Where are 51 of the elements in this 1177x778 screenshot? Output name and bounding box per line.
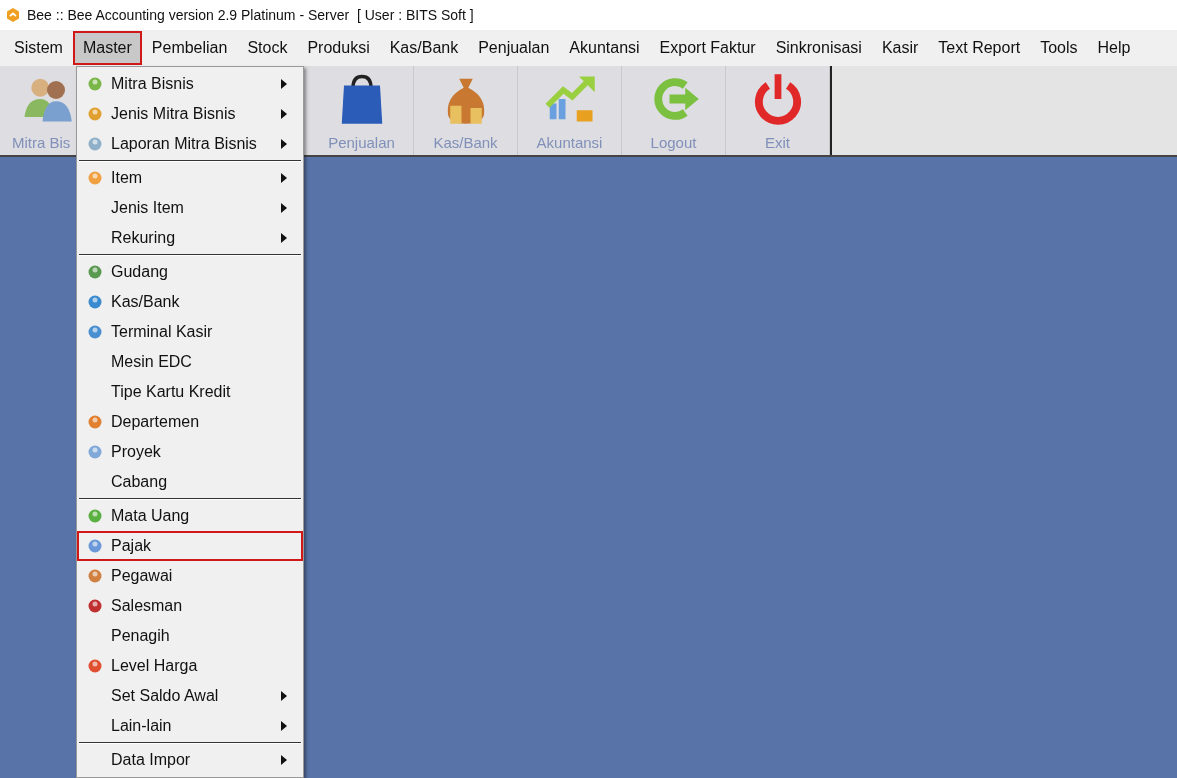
menu-bar-item[interactable]: Sistem: [4, 31, 73, 65]
menu-item[interactable]: Salesman: [77, 591, 303, 621]
menu-item[interactable]: Cabang: [77, 467, 303, 497]
menu-bar-item[interactable]: Tools: [1030, 31, 1088, 65]
submenu-arrow-icon: [281, 79, 287, 89]
menu-item[interactable]: Penagih: [77, 621, 303, 651]
menu-item[interactable]: Pegawai: [77, 561, 303, 591]
menu-item[interactable]: Level Harga: [77, 651, 303, 681]
menu-item[interactable]: Set Saldo Awal: [77, 681, 303, 711]
submenu-arrow-icon: [281, 691, 287, 701]
toolbar-label: Akuntansi: [536, 134, 603, 151]
toolbar-label: Kas/Bank: [433, 134, 498, 151]
menu-item[interactable]: Tipe Kartu Kredit: [77, 377, 303, 407]
menu-bar-item[interactable]: Penjualan: [468, 31, 560, 65]
menu-bar-item[interactable]: Kasir: [871, 31, 929, 65]
menu-bar-item[interactable]: Master: [72, 31, 142, 65]
toolbar-label: Exit: [765, 134, 790, 151]
menu-item[interactable]: Item: [77, 163, 303, 193]
menu-bar-item[interactable]: Produksi: [297, 31, 380, 65]
menu-bar-item[interactable]: Export Faktur: [649, 31, 766, 65]
menu-bar-item[interactable]: Kas/Bank: [379, 31, 469, 65]
toolbar-label: Logout: [650, 134, 697, 151]
submenu-arrow-icon: [281, 139, 287, 149]
submenu-arrow-icon: [281, 755, 287, 765]
submenu-arrow-icon: [281, 721, 287, 731]
menu-item[interactable]: Pajak: [77, 531, 303, 561]
menu-item[interactable]: Mesin EDC: [77, 347, 303, 377]
menu-item[interactable]: Terminal Kasir: [77, 317, 303, 347]
menu-bar-item[interactable]: Pembelian: [141, 31, 238, 65]
toolbar-label: Mitra Bis: [12, 134, 71, 151]
menu-bar-item[interactable]: Akuntansi: [559, 31, 650, 65]
menu-bar-item[interactable]: Sinkronisasi: [765, 31, 872, 65]
window-title: Bee :: Bee Accounting version 2.9 Platinum - Server [ User : BITS Soft ]: [27, 7, 474, 23]
submenu-arrow-icon: [281, 173, 287, 183]
menu-item[interactable]: Jenis Item: [77, 193, 303, 223]
menu-bar-item[interactable]: Text Report: [928, 31, 1031, 65]
submenu-arrow-icon: [281, 233, 287, 243]
menu-item[interactable]: Departemen: [77, 407, 303, 437]
menu-item[interactable]: Lain-lain: [77, 711, 303, 741]
toolbar-label: Penjualan: [328, 134, 395, 151]
menu-bar-item[interactable]: Stock: [237, 31, 298, 65]
menu-item[interactable]: Kas/Bank: [77, 287, 303, 317]
menu-item[interactable]: Mata Uang: [77, 501, 303, 531]
menu-item[interactable]: Rekuring: [77, 223, 303, 253]
app-logo-icon: [5, 7, 21, 23]
menu-item[interactable]: Gudang: [77, 257, 303, 287]
menu-item[interactable]: Proyek: [77, 437, 303, 467]
submenu-arrow-icon: [281, 109, 287, 119]
menu-bar-item[interactable]: Help: [1087, 31, 1141, 65]
menu-item[interactable]: Data Impor: [77, 745, 303, 775]
submenu-arrow-icon: [281, 203, 287, 213]
